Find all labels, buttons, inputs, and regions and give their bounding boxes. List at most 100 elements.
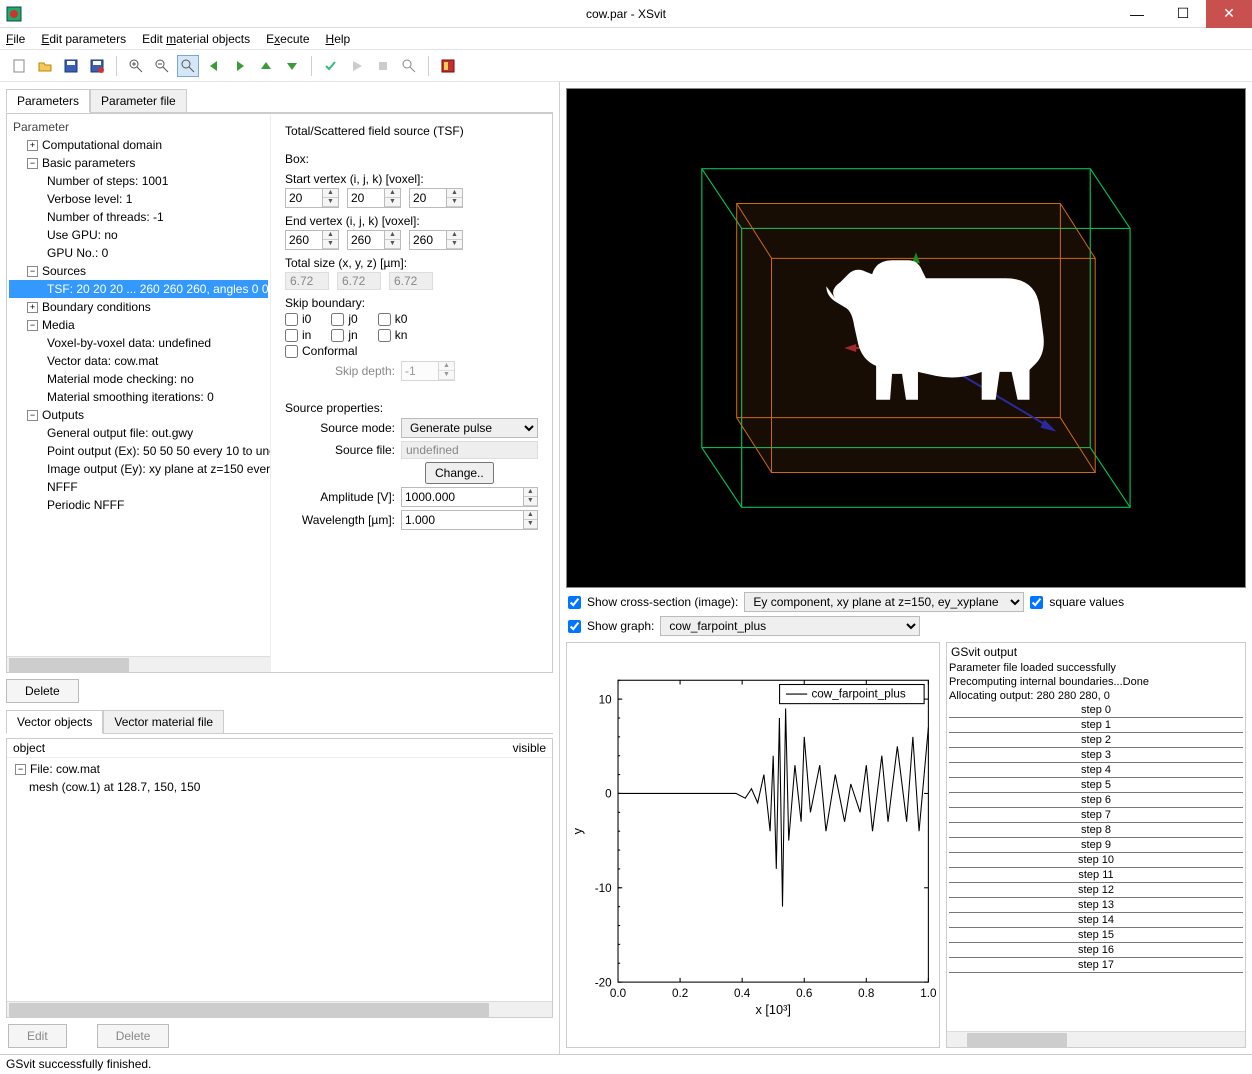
menu-execute[interactable]: Execute: [266, 32, 309, 46]
zoom-in-icon[interactable]: [125, 55, 147, 77]
toolbar: [0, 50, 1252, 82]
start-i-input[interactable]: [286, 189, 322, 207]
source-mode-select[interactable]: Generate pulse: [401, 418, 538, 438]
tree-item[interactable]: Verbose level: 1: [9, 190, 268, 208]
menubar: File Edit parameters Edit material objec…: [0, 28, 1252, 50]
tab-vector-objects[interactable]: Vector objects: [6, 710, 103, 734]
box-label: Box:: [285, 152, 538, 166]
menu-edit-parameters[interactable]: Edit parameters: [41, 32, 126, 46]
close-button[interactable]: ✕: [1206, 0, 1252, 28]
skip-depth-label: Skip depth:: [285, 364, 401, 378]
end-i-input[interactable]: [286, 231, 322, 249]
skip-j0[interactable]: [331, 313, 344, 326]
tree-item[interactable]: Periodic NFFF: [9, 496, 268, 514]
tree-item[interactable]: TSF: 20 20 20 ... 260 260 260, angles 0 …: [9, 280, 268, 298]
minimize-button[interactable]: —: [1114, 0, 1160, 28]
save-icon[interactable]: [60, 55, 82, 77]
amplitude-input[interactable]: [402, 488, 523, 506]
tree-item[interactable]: Vector data: cow.mat: [9, 352, 268, 370]
tree-item[interactable]: −Media: [9, 316, 268, 334]
arrow-right-icon[interactable]: [229, 55, 251, 77]
graph-select[interactable]: cow_farpoint_plus: [660, 616, 920, 636]
zoom-fit-icon[interactable]: [177, 55, 199, 77]
show-graph-label: Show graph:: [587, 619, 654, 633]
tree-item[interactable]: NFFF: [9, 478, 268, 496]
edit-button[interactable]: Edit: [8, 1024, 67, 1048]
tree-item[interactable]: −Outputs: [9, 406, 268, 424]
total-y: 6.72: [337, 272, 381, 290]
zoom-out-icon[interactable]: [151, 55, 173, 77]
change-button[interactable]: Change..: [425, 462, 494, 484]
end-k-input[interactable]: [410, 231, 446, 249]
total-size-label: Total size (x, y, z) [µm]:: [285, 256, 538, 270]
search-icon[interactable]: [398, 55, 420, 77]
vector-col-object: object: [13, 741, 502, 755]
wavelength-input[interactable]: [402, 511, 523, 529]
render-view[interactable]: [566, 88, 1246, 588]
tab-parameter-file[interactable]: Parameter file: [90, 89, 187, 113]
tree-item[interactable]: GPU No.: 0: [9, 244, 268, 262]
menu-edit-material[interactable]: Edit material objects: [142, 32, 250, 46]
svg-text:x [10³]: x [10³]: [755, 1002, 790, 1017]
stop-icon[interactable]: [372, 55, 394, 77]
statusbar: GSvit successfully finished.: [0, 1054, 1252, 1074]
vector-mesh-item[interactable]: mesh (cow.1) at 128.7, 150, 150: [11, 778, 548, 796]
delete-button[interactable]: Delete: [6, 679, 79, 703]
show-cross-label: Show cross-section (image):: [587, 595, 738, 609]
parameter-tree[interactable]: Parameter +Computational domain−Basic pa…: [7, 114, 271, 672]
skip-i0[interactable]: [285, 313, 298, 326]
play-icon[interactable]: [346, 55, 368, 77]
graph-pane[interactable]: 100-10-200.00.20.40.60.81.0yx [10³]cow_f…: [566, 642, 940, 1048]
save-mat-icon[interactable]: [86, 55, 108, 77]
svg-text:-10: -10: [595, 882, 612, 895]
tree-item[interactable]: −Sources: [9, 262, 268, 280]
arrow-down-icon[interactable]: [281, 55, 303, 77]
tree-item[interactable]: Voxel-by-voxel data: undefined: [9, 334, 268, 352]
end-j-input[interactable]: [348, 231, 384, 249]
vector-list[interactable]: −File: cow.mat mesh (cow.1) at 128.7, 15…: [7, 758, 552, 1001]
tree-item[interactable]: Point output (Ex): 50 50 50 every 10 to …: [9, 442, 268, 460]
tree-item[interactable]: Number of threads: -1: [9, 208, 268, 226]
menu-help[interactable]: Help: [326, 32, 351, 46]
skip-jn[interactable]: [331, 329, 344, 342]
cross-select[interactable]: Ey component, xy plane at z=150, ey_xypl…: [744, 592, 1024, 612]
svg-text:y: y: [570, 827, 585, 834]
tree-item[interactable]: Material smoothing iterations: 0: [9, 388, 268, 406]
vector-file-item[interactable]: File: cow.mat: [30, 762, 100, 776]
app-icon: [6, 6, 22, 22]
show-graph-check[interactable]: [568, 620, 581, 633]
source-props-label: Source properties:: [285, 401, 538, 415]
start-j-input[interactable]: [348, 189, 384, 207]
show-cross-check[interactable]: [568, 596, 581, 609]
conformal-check[interactable]: [285, 345, 298, 358]
square-check[interactable]: [1030, 596, 1043, 609]
menu-file[interactable]: File: [6, 32, 25, 46]
start-k-input[interactable]: [410, 189, 446, 207]
arrow-left-icon[interactable]: [203, 55, 225, 77]
tree-item[interactable]: −Basic parameters: [9, 154, 268, 172]
source-mode-label: Source mode:: [285, 421, 401, 435]
tree-item[interactable]: Use GPU: no: [9, 226, 268, 244]
skip-k0[interactable]: [378, 313, 391, 326]
delete-object-button[interactable]: Delete: [97, 1024, 170, 1048]
tree-item[interactable]: +Boundary conditions: [9, 298, 268, 316]
gwy-icon[interactable]: [437, 55, 459, 77]
tree-item[interactable]: General output file: out.gwy: [9, 424, 268, 442]
tree-item[interactable]: Number of steps: 1001: [9, 172, 268, 190]
open-icon[interactable]: [34, 55, 56, 77]
tree-item[interactable]: Material mode checking: no: [9, 370, 268, 388]
arrow-up-icon[interactable]: [255, 55, 277, 77]
tab-vector-file[interactable]: Vector material file: [103, 710, 224, 734]
tab-parameters[interactable]: Parameters: [6, 89, 90, 113]
svg-text:0.8: 0.8: [858, 987, 874, 1000]
titlebar: cow.par - XSvit — ☐ ✕: [0, 0, 1252, 28]
total-z: 6.72: [389, 272, 433, 290]
maximize-button[interactable]: ☐: [1160, 0, 1206, 28]
tree-item[interactable]: +Computational domain: [9, 136, 268, 154]
new-icon[interactable]: [8, 55, 30, 77]
skip-boundary-label: Skip boundary:: [285, 296, 538, 310]
check-icon[interactable]: [320, 55, 342, 77]
skip-kn[interactable]: [378, 329, 391, 342]
tree-item[interactable]: Image output (Ey): xy plane at z=150 eve…: [9, 460, 268, 478]
skip-in[interactable]: [285, 329, 298, 342]
